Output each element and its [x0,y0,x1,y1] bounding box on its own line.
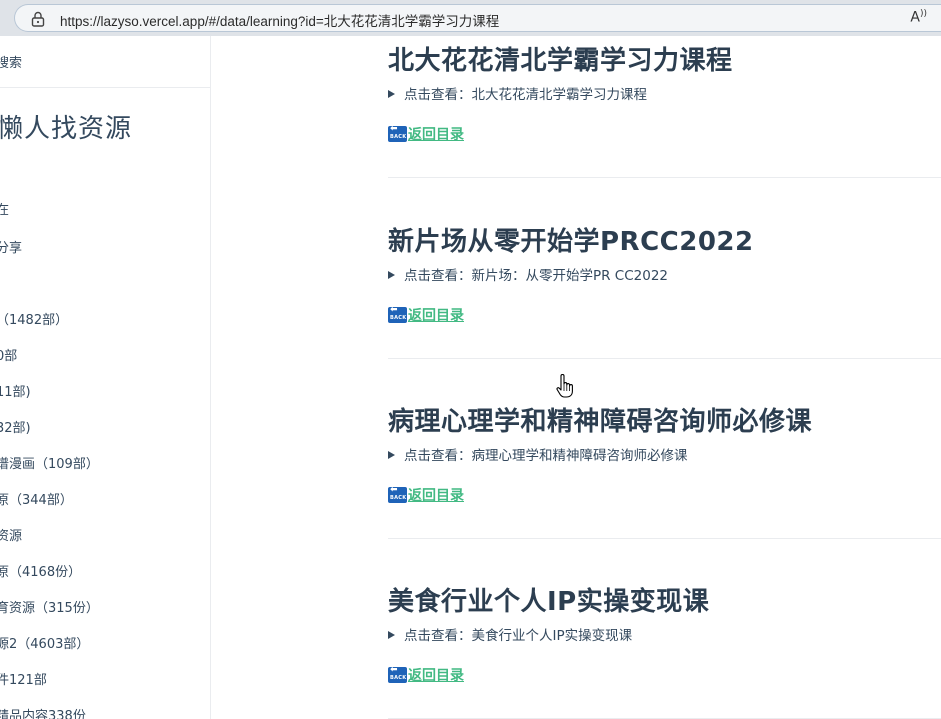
lock-icon[interactable] [31,11,45,27]
sidebar-item[interactable]: 件121部 [0,669,47,688]
sidebar-item[interactable]: 32部) [0,417,31,436]
course-title: 新片场从零开始学PRCC2022 [388,227,754,257]
search-divider [0,87,210,88]
summary-text: 点击查看：美食行业个人IP实操变现课 [404,628,633,644]
course-title: 病理心理学和精神障碍咨询师必修课 [388,407,813,437]
course-title: 北大花花清北学霸学习力课程 [388,46,733,76]
back-icon[interactable]: ⬅ BACK [388,306,407,323]
expand-triangle-icon[interactable] [388,631,395,639]
course-summary[interactable]: 点击查看：病理心理学和精神障碍咨询师必修课 [388,444,688,464]
hand-cursor-icon [556,374,573,398]
sidebar-item[interactable]: 谱漫画（109部） [0,453,99,472]
back-to-index-link[interactable]: 返回目录 [408,308,464,324]
sidebar-item[interactable]: 精品内容338份 [0,705,86,719]
url-text[interactable]: https://lazyso.vercel.app/#/data/learnin… [60,10,499,30]
summary-text: 点击查看：新片场：从零开始学PR CC2022 [404,268,669,284]
sidebar: 搜索 懒人找资源 在 分享 （1482部） 0部 11部) 32部) 谱漫画（1… [0,36,211,719]
sidebar-item[interactable]: 分享 [0,237,22,256]
back-link-row[interactable]: ⬅ BACK 返回目录 [388,124,464,144]
sidebar-item[interactable]: 11部) [0,381,31,400]
back-link-row[interactable]: ⬅ BACK 返回目录 [388,305,464,325]
browser-toolbar: https://lazyso.vercel.app/#/data/learnin… [0,0,941,36]
course-summary[interactable]: 点击查看：北大花花清北学霸学习力课程 [388,83,647,103]
search-input[interactable]: 搜索 [0,52,22,71]
back-icon[interactable]: ⬅ BACK [388,666,407,683]
sidebar-item[interactable]: 源2（4603部） [0,633,89,652]
site-title[interactable]: 懒人找资源 [0,108,132,145]
back-link-row[interactable]: ⬅ BACK 返回目录 [388,665,464,685]
course-summary[interactable]: 点击查看：新片场：从零开始学PR CC2022 [388,264,668,284]
back-to-index-link[interactable]: 返回目录 [408,488,464,504]
sidebar-item[interactable]: 在 [0,199,9,218]
course-summary[interactable]: 点击查看：美食行业个人IP实操变现课 [388,624,632,644]
expand-triangle-icon[interactable] [388,451,395,459]
sidebar-item[interactable]: 原（4168份） [0,561,81,580]
sidebar-item[interactable]: 资源 [0,525,22,544]
expand-triangle-icon[interactable] [388,271,395,279]
back-to-index-link[interactable]: 返回目录 [408,127,464,143]
sidebar-item[interactable]: （1482部） [0,309,68,328]
section-divider [388,177,941,178]
expand-triangle-icon[interactable] [388,90,395,98]
summary-text: 点击查看：病理心理学和精神障碍咨询师必修课 [404,448,688,464]
sidebar-item[interactable]: 原（344部） [0,489,73,508]
section-divider [388,358,941,359]
summary-text: 点击查看：北大花花清北学霸学习力课程 [404,87,647,103]
back-icon[interactable]: ⬅ BACK [388,486,407,503]
course-title: 美食行业个人IP实操变现课 [388,587,710,617]
main-content: 北大花花清北学霸学习力课程 点击查看：北大花花清北学霸学习力课程 ⬅ BACK 返回… [211,36,941,719]
back-to-index-link[interactable]: 返回目录 [408,668,464,684]
sidebar-item[interactable]: 育资源（315份） [0,597,99,616]
sidebar-item[interactable]: 0部 [0,345,17,364]
back-icon[interactable]: ⬅ BACK [388,125,407,142]
back-link-row[interactable]: ⬅ BACK 返回目录 [388,485,464,505]
read-aloud-icon[interactable]: A)) [910,9,927,26]
address-bar[interactable]: https://lazyso.vercel.app/#/data/learnin… [14,4,941,32]
section-divider [388,538,941,539]
